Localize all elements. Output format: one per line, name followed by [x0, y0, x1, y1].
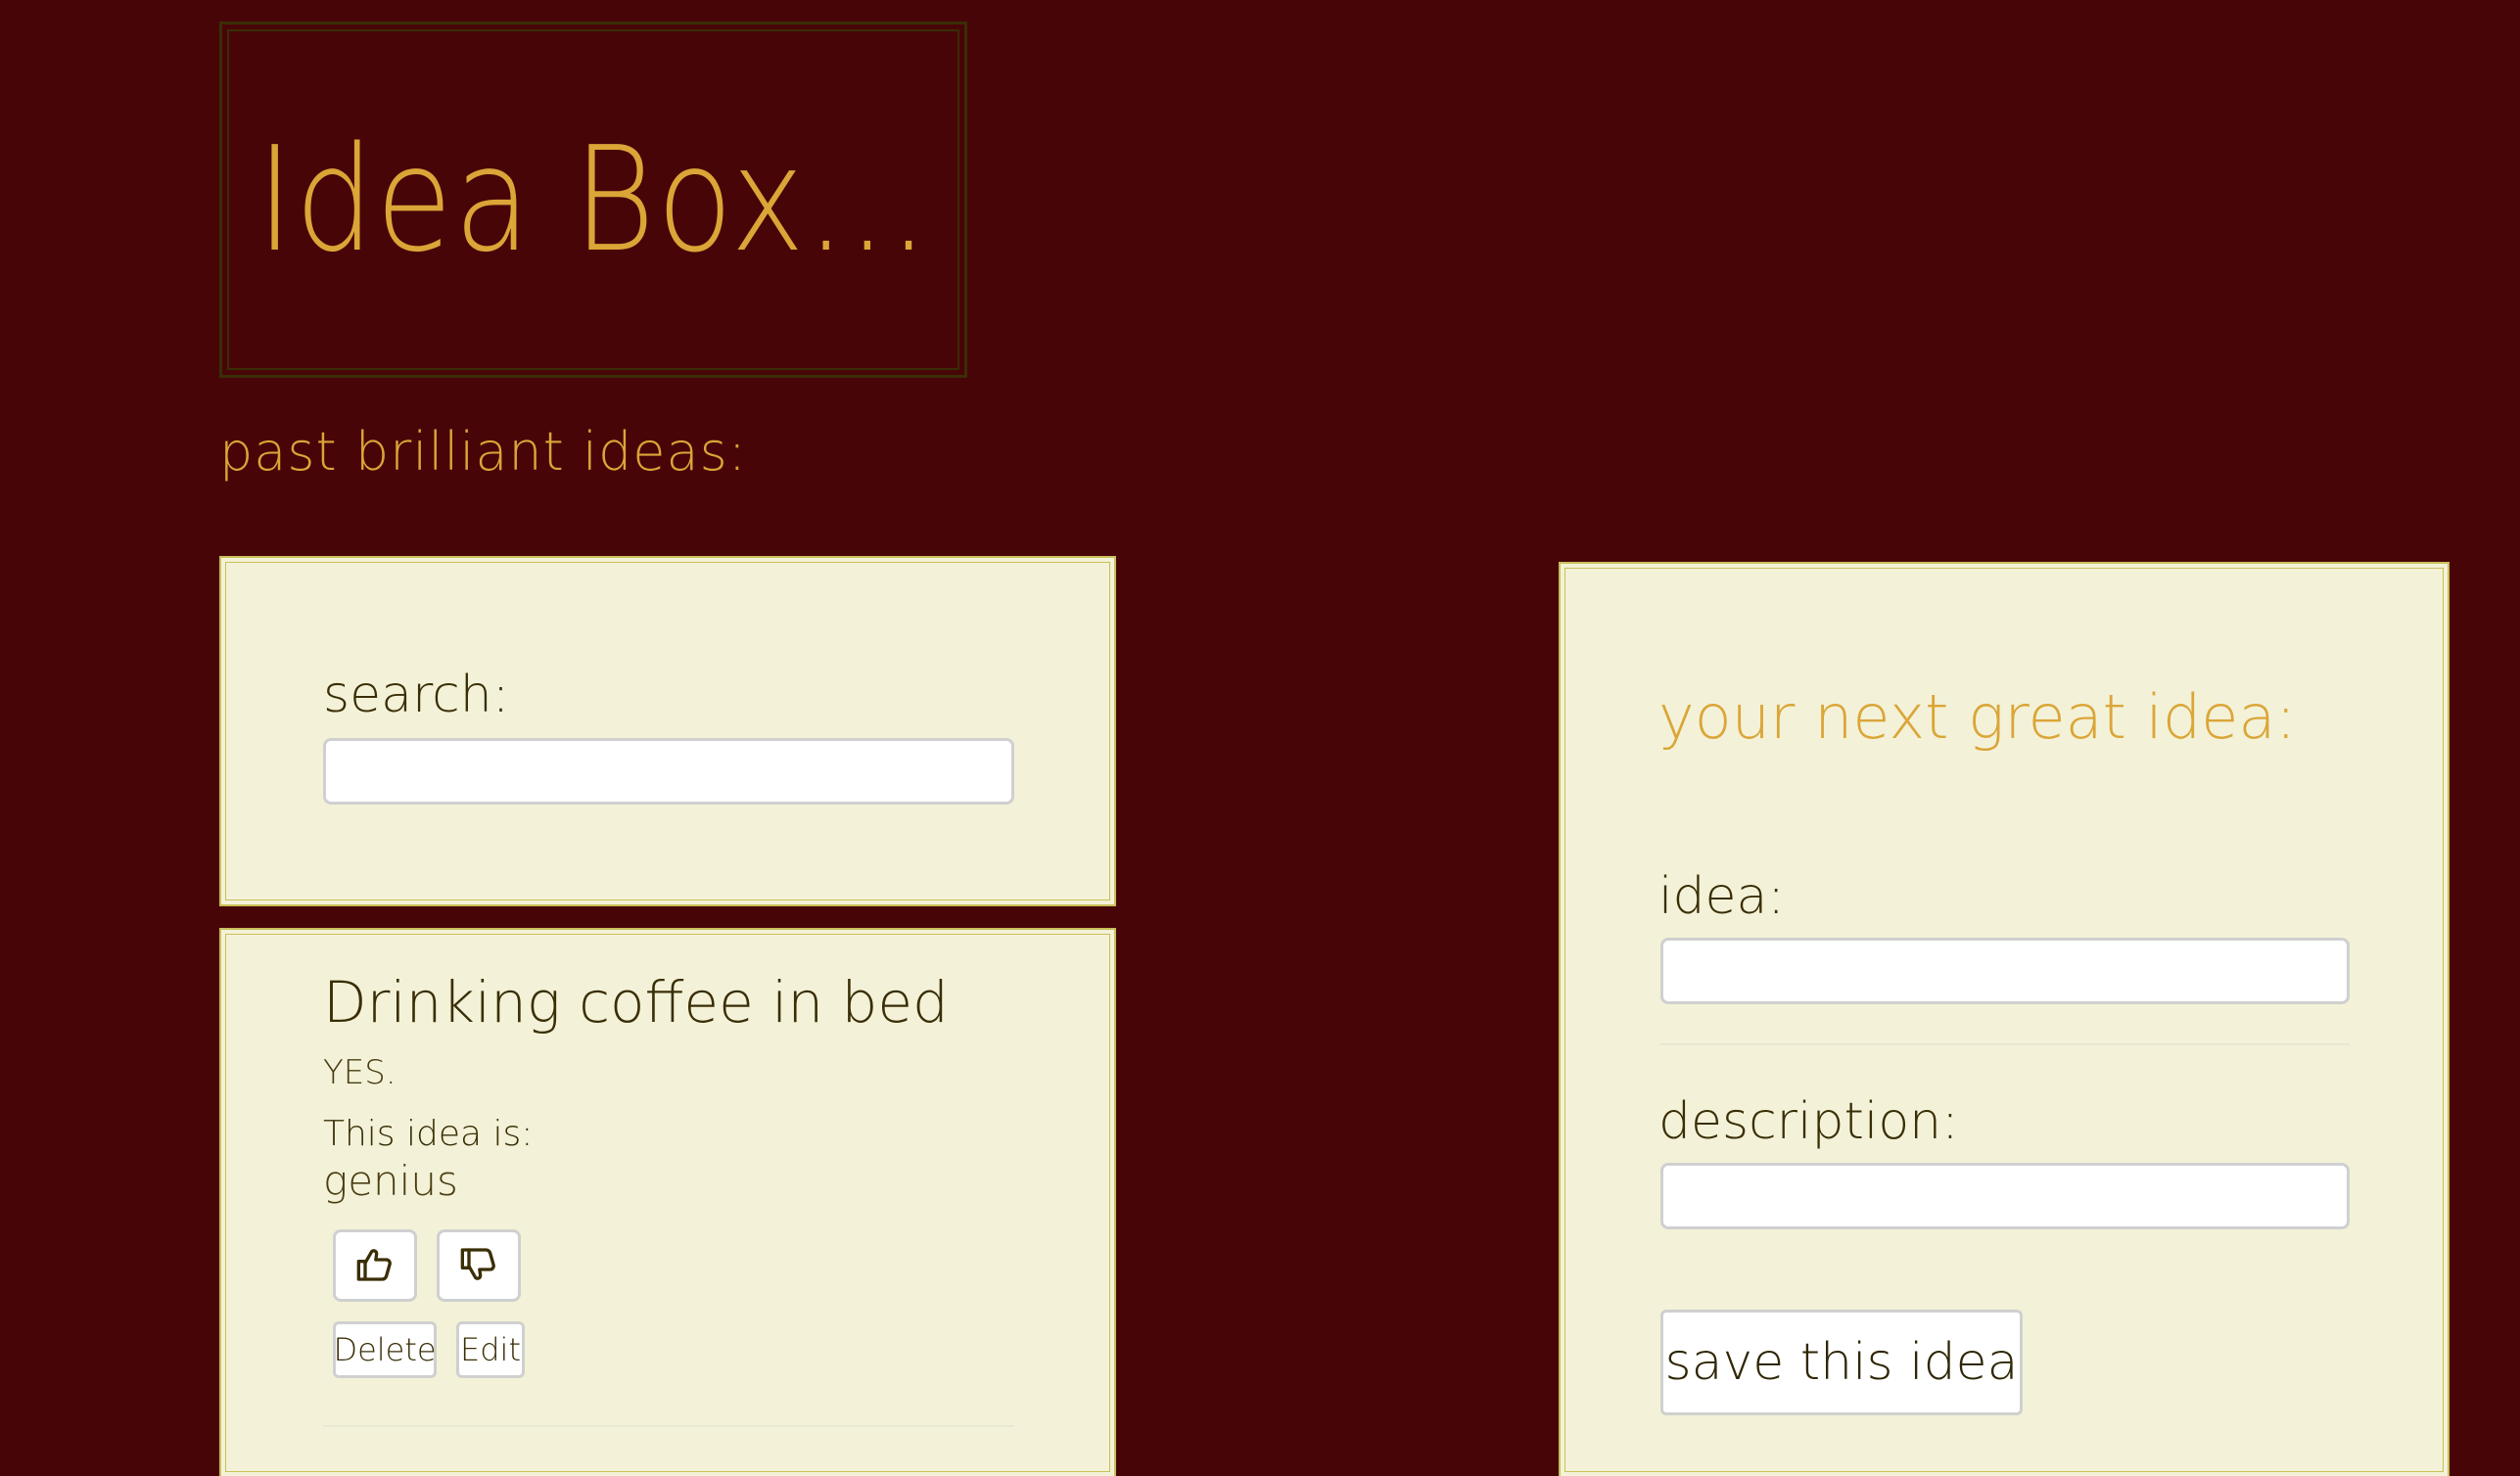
idea-title: Drinking coffee in bed [323, 969, 949, 1036]
idea-card: Drinking coffee in bed YES. This idea is… [219, 928, 1116, 1476]
form-heading: your next great idea: [1658, 681, 2297, 753]
new-idea-form: your next great idea: idea: description:… [1559, 562, 2450, 1476]
save-idea-button[interactable]: save this idea [1660, 1310, 2023, 1415]
edit-button[interactable]: Edit [456, 1321, 525, 1378]
idea-description: YES. [323, 1053, 397, 1092]
upvote-button[interactable] [333, 1229, 417, 1302]
past-ideas-heading: past brilliant ideas: [219, 421, 747, 483]
downvote-button[interactable] [437, 1229, 521, 1302]
idea-field-label: idea: [1658, 867, 1785, 926]
thumbs-up-icon [355, 1245, 395, 1287]
form-divider [1660, 1043, 2350, 1045]
logo-inner-frame: Idea Box... [227, 29, 959, 370]
search-label: search: [323, 666, 510, 724]
description-input[interactable] [1660, 1163, 2350, 1229]
thumbs-down-icon [459, 1245, 498, 1287]
idea-input[interactable] [1660, 938, 2350, 1004]
description-field-label: description: [1658, 1092, 1959, 1151]
delete-button[interactable]: Delete [333, 1321, 437, 1378]
search-input[interactable] [323, 738, 1014, 805]
idea-quality-label: This idea is: [323, 1114, 534, 1154]
idea-divider [323, 1425, 1014, 1427]
page-title: Idea Box... [257, 115, 931, 284]
search-panel: search: [219, 556, 1116, 906]
idea-quality-value: genius [323, 1157, 458, 1205]
logo-box: Idea Box... [219, 22, 967, 378]
